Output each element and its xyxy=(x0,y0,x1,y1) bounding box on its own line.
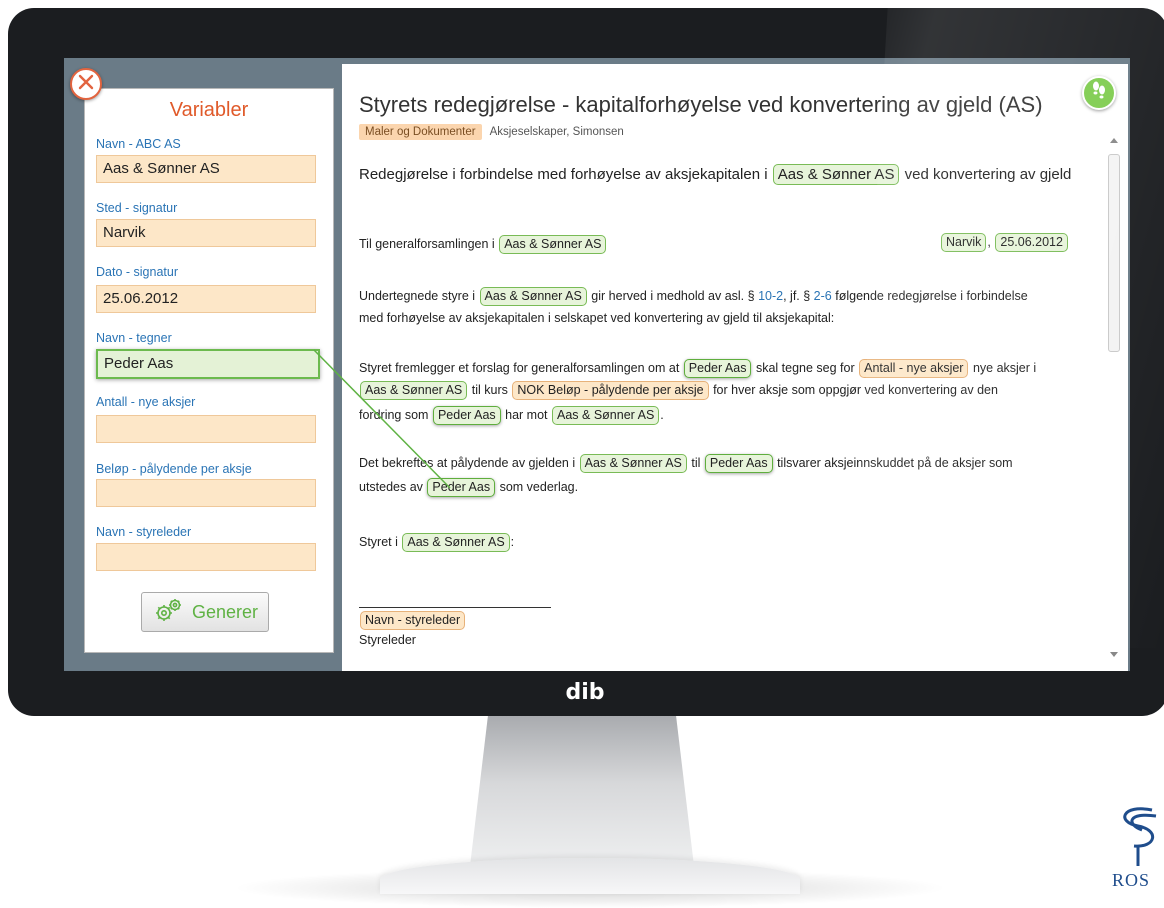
signature-line xyxy=(359,607,551,608)
doc-place-date: Narvik, 25.06.2012 xyxy=(940,232,1069,252)
corner-logo-text: ROS xyxy=(1112,870,1151,890)
doc-paragraph-3: Det bekreftes at pålydende av gjelden i … xyxy=(359,453,1013,473)
field-input-dato[interactable]: 25.06.2012 xyxy=(96,285,316,313)
document-tags: Aksjeselskaper, Simonsen xyxy=(489,126,624,138)
document-title: Styrets redegjørelse - kapitalforhøyelse… xyxy=(359,92,1043,117)
text: . xyxy=(660,408,664,422)
text: gir herved i medhold av asl. § xyxy=(591,289,755,303)
help-button[interactable] xyxy=(1082,76,1116,110)
text: for hver aksje som oppgjør ved konverter… xyxy=(713,383,998,397)
doc-paragraph-3-line2: utstedes av Peder Aas som vederlag. xyxy=(359,477,578,497)
doc-paragraph-2: Styret fremlegger et forslag for general… xyxy=(359,358,1036,378)
text: utstedes av xyxy=(359,480,423,494)
text: nye aksjer i xyxy=(972,361,1037,375)
field-input-navn-abc[interactable]: Aas & Sønner AS xyxy=(96,155,316,183)
field-label-tegner: Navn - tegner xyxy=(96,331,172,345)
variable-company[interactable]: Aas & Sønner AS xyxy=(402,533,510,552)
field-input-tegner[interactable]: Peder Aas xyxy=(96,349,320,379)
variables-panel: Variabler Navn - ABC AS Aas & Sønner AS … xyxy=(84,88,334,653)
variable-company[interactable]: Aas & Sønner AS xyxy=(360,381,468,400)
variable-company[interactable]: Aas & Sønner AS xyxy=(579,454,687,473)
corner-logo: ROS xyxy=(1112,800,1164,894)
doc-to-line: Til generalforsamlingen i Aas & Sønner A… xyxy=(359,234,607,254)
text: fordring som xyxy=(359,408,429,422)
variable-styreleder[interactable]: Navn - styreleder xyxy=(360,611,466,630)
field-input-belop[interactable] xyxy=(96,479,316,507)
doc-paragraph-1-cont: med forhøyelse av aksjekapitalen i selsk… xyxy=(359,311,835,325)
text: til xyxy=(691,456,701,470)
text: har mot xyxy=(505,408,548,422)
doc-paragraph-2-line3: fordring som Peder Aas har mot Aas & Søn… xyxy=(359,405,664,425)
variable-antall[interactable]: Antall - nye aksjer xyxy=(859,359,969,378)
doc-signature-role: Styreleder xyxy=(359,633,416,647)
text: Undertegnede styre i xyxy=(359,289,476,303)
category-tag[interactable]: Maler og Dokumenter xyxy=(359,124,482,140)
text: Til generalforsamlingen i xyxy=(359,237,495,251)
field-label-antall: Antall - nye aksjer xyxy=(96,395,196,409)
monitor-brand-logo: dib xyxy=(565,680,605,705)
scroll-thumb[interactable] xyxy=(1108,154,1120,352)
variable-person[interactable]: Peder Aas xyxy=(704,454,773,473)
scroll-down-arrow[interactable] xyxy=(1110,652,1118,657)
variable-belop[interactable]: NOK Beløp - pålydende per aksje xyxy=(512,381,709,400)
field-input-sted[interactable]: Narvik xyxy=(96,219,316,247)
text: skal tegne seg for xyxy=(755,361,855,375)
panel-title: Variabler xyxy=(169,99,249,121)
variable-person[interactable]: Peder Aas xyxy=(683,359,752,378)
text: ved konvertering av gjeld xyxy=(904,166,1072,183)
field-input-styreleder[interactable] xyxy=(96,543,316,571)
field-label-sted: Sted - signatur xyxy=(96,201,178,215)
close-button[interactable] xyxy=(70,68,102,100)
close-icon xyxy=(77,73,95,96)
doc-paragraph-2-line2: Aas & Sønner AS til kurs NOK Beløp - pål… xyxy=(359,380,998,400)
law-ref-link[interactable]: 2-6 xyxy=(814,289,832,303)
text: , jf. § xyxy=(783,289,811,303)
doc-signature-name: Navn - styreleder xyxy=(359,610,466,630)
doc-heading-line: Redegjørelse i forbindelse med forhøyels… xyxy=(359,164,1071,185)
text: tilsvarer aksjeinnskuddet på de aksjer s… xyxy=(777,456,1013,470)
monitor-bezel: Variabler Navn - ABC AS Aas & Sønner AS … xyxy=(8,8,1164,716)
field-label-dato: Dato - signatur xyxy=(96,265,178,279)
text: Det bekreftes at pålydende av gjelden i xyxy=(359,456,576,470)
gears-icon xyxy=(152,596,186,629)
scrollbar[interactable] xyxy=(1108,136,1120,661)
variable-company[interactable]: Aas & Sønner AS xyxy=(499,235,607,254)
text: Styret i xyxy=(359,535,398,549)
variable-date[interactable]: 25.06.2012 xyxy=(995,233,1068,252)
field-input-antall[interactable] xyxy=(96,415,316,443)
text: Styret fremlegger et forslag for general… xyxy=(359,361,680,375)
field-label-navn-abc: Navn - ABC AS xyxy=(96,137,181,151)
variable-person[interactable]: Peder Aas xyxy=(427,478,496,497)
screen: Variabler Navn - ABC AS Aas & Sønner AS … xyxy=(64,58,1130,671)
document-view: Styrets redegjørelse - kapitalforhøyelse… xyxy=(342,64,1128,671)
law-ref-link[interactable]: 10-2 xyxy=(758,289,783,303)
doc-paragraph-4: Styret i Aas & Sønner AS: xyxy=(359,532,514,552)
text: , xyxy=(987,235,991,249)
scroll-up-arrow[interactable] xyxy=(1110,138,1118,143)
field-label-styreleder: Navn - styreleder xyxy=(96,525,192,539)
doc-paragraph-1: Undertegnede styre i Aas & Sønner AS gir… xyxy=(359,286,1028,306)
text: til kurs xyxy=(471,383,508,397)
field-label-belop: Beløp - pålydende per aksje xyxy=(96,462,252,476)
variable-person[interactable]: Peder Aas xyxy=(432,406,501,425)
variable-company[interactable]: Aas & Sønner AS xyxy=(479,287,587,306)
monitor-stand xyxy=(470,716,694,866)
monitor-stand-base xyxy=(380,858,800,894)
generate-label: Generer xyxy=(191,601,259,622)
text: som vederlag. xyxy=(499,480,579,494)
generate-button[interactable]: Generer xyxy=(141,592,269,632)
document-meta: Maler og Dokumenter Aksjeselskaper, Simo… xyxy=(359,124,624,140)
footsteps-icon xyxy=(1089,80,1109,107)
text: Redegjørelse i forbindelse med forhøyels… xyxy=(359,166,768,183)
corner-logo-emblem xyxy=(1123,807,1157,866)
text: : xyxy=(510,535,515,549)
variable-company[interactable]: Aas & Sønner AS xyxy=(552,406,660,425)
variable-place[interactable]: Narvik xyxy=(941,233,987,252)
variable-company[interactable]: Aas & Sønner AS xyxy=(772,164,900,185)
text: følgende redegjørelse i forbindelse xyxy=(835,289,1028,303)
